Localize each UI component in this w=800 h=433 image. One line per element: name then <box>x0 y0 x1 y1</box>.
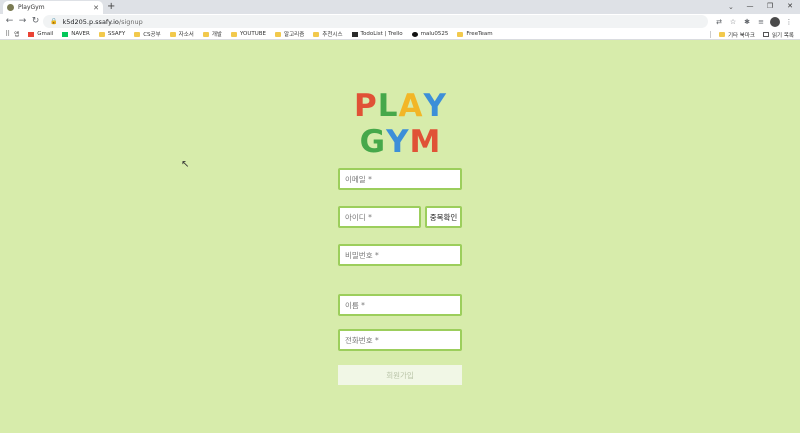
folder-icon <box>230 31 237 37</box>
tab-search-icon[interactable]: ⌄ <box>728 1 734 13</box>
folder-icon <box>275 31 282 37</box>
tab-close-icon[interactable]: ✕ <box>93 4 99 12</box>
apps-icon: ⠿ <box>5 30 11 38</box>
email-field[interactable] <box>338 168 462 190</box>
password-field[interactable] <box>338 244 462 266</box>
reading-list-icon <box>763 32 769 37</box>
reading-list-icon[interactable]: ≡ <box>756 18 766 26</box>
bookmark-naver[interactable]: NAVER <box>62 31 90 37</box>
logo-letter: L <box>377 88 398 124</box>
logo-letter: Y <box>423 88 446 124</box>
navigation-bar: ← → ↻ 🔒 k5d205.p.ssafy.io /signup ⇄ ☆ ✱ … <box>0 14 800 29</box>
folder-icon <box>457 31 464 37</box>
folder-icon <box>202 31 209 37</box>
bookmark-label: SSAFY <box>107 31 126 37</box>
logo-letter: A <box>398 88 423 124</box>
folder-icon <box>134 31 141 37</box>
folder-icon <box>718 32 725 37</box>
back-button[interactable]: ← <box>3 14 16 29</box>
trello-icon <box>351 31 358 37</box>
bookmark-label: Gmail <box>37 31 54 37</box>
bookmark-label: TodoList | Trello <box>360 31 403 37</box>
naver-icon <box>62 31 69 37</box>
logo-row-play: P L A Y <box>354 88 446 124</box>
restore-button[interactable]: ❐ <box>760 0 780 14</box>
bookmark-cs[interactable]: CS공부 <box>134 30 161 38</box>
duplicate-check-button[interactable]: 중복확인 <box>425 206 462 228</box>
bookmark-label: malu0525 <box>420 31 449 37</box>
id-field[interactable] <box>338 206 421 228</box>
logo-letter: G <box>359 124 386 160</box>
bookmark-label: CS공부 <box>143 32 161 38</box>
phone-field[interactable] <box>338 329 462 351</box>
playgym-logo: P L A Y G Y M <box>354 88 446 160</box>
bookmark-label: 추천시스 <box>322 32 343 38</box>
bookmark-label: NAVER <box>71 31 90 37</box>
minimize-button[interactable]: — <box>740 0 760 14</box>
extensions-icon[interactable]: ✱ <box>742 18 752 26</box>
bookmark-label: 자소서 <box>178 32 194 38</box>
tab-title: PlayGym <box>18 4 45 11</box>
bookmark-trello[interactable]: TodoList | Trello <box>351 31 403 37</box>
bookmarks-right: 기타 북마크 읽기 목록 <box>718 29 794 40</box>
bookmark-label: 기타 북마크 <box>727 32 755 39</box>
bookmarks-divider <box>710 31 711 38</box>
close-window-button[interactable]: ✕ <box>780 0 800 14</box>
bookmark-freeteam[interactable]: FreeTeam <box>457 31 493 37</box>
profile-avatar[interactable] <box>770 16 780 27</box>
bookmark-label: 개발 <box>211 32 222 38</box>
name-field[interactable] <box>338 294 462 316</box>
bookmark-github[interactable]: malu0525 <box>411 31 449 37</box>
bookmark-dev[interactable]: 개발 <box>202 30 222 38</box>
bookmark-label: 읽기 목록 <box>772 32 794 39</box>
lock-icon[interactable]: 🔒 <box>50 18 57 25</box>
bookmark-gmail[interactable]: Gmail <box>28 31 53 37</box>
new-tab-button[interactable]: + <box>107 1 115 13</box>
bookmark-ssafy[interactable]: SSAFY <box>98 31 126 37</box>
tab-strip: PlayGym ✕ + ⌄ — ❐ ✕ <box>0 0 800 14</box>
reading-list[interactable]: 읽기 목록 <box>763 31 794 39</box>
other-bookmarks[interactable]: 기타 북마크 <box>718 31 755 39</box>
translate-icon[interactable]: ⇄ <box>714 18 724 26</box>
bookmarks-bar: ⠿ 앱 Gmail NAVER SSAFY CS공부 자소서 개발 YOUTUB… <box>0 29 800 40</box>
bookmark-star-icon[interactable]: ☆ <box>728 18 738 26</box>
bookmark-algorithm[interactable]: 알고리즘 <box>275 30 304 38</box>
logo-row-gym: G Y M <box>359 124 441 160</box>
bookmark-label: 앱 <box>14 32 20 38</box>
folder-icon <box>313 31 320 37</box>
url-host: k5d205.p.ssafy.io <box>62 17 119 26</box>
logo-letter: P <box>354 88 377 124</box>
bookmark-label: YOUTUBE <box>239 31 267 37</box>
github-icon <box>411 31 418 37</box>
bookmark-resume[interactable]: 자소서 <box>169 30 194 38</box>
folder-icon <box>169 31 176 37</box>
favicon-icon <box>7 4 14 11</box>
bookmark-apps[interactable]: ⠿ 앱 <box>5 30 19 38</box>
url-path: /signup <box>118 17 143 26</box>
logo-letter: Y <box>386 124 409 160</box>
signup-submit-button[interactable]: 회원가입 <box>338 365 462 385</box>
bookmark-youtube[interactable]: YOUTUBE <box>230 31 267 37</box>
reload-button[interactable]: ↻ <box>29 14 42 29</box>
gmail-icon <box>28 31 35 37</box>
folder-icon <box>98 31 105 37</box>
browser-tab[interactable]: PlayGym ✕ <box>3 1 103 14</box>
menu-icon[interactable]: ⋮ <box>784 18 794 26</box>
address-bar[interactable]: 🔒 k5d205.p.ssafy.io /signup <box>43 15 708 28</box>
toolbar-icons: ⇄ ☆ ✱ ≡ ⋮ <box>714 14 800 29</box>
logo-letter: M <box>409 124 441 160</box>
bookmark-label: 알고리즘 <box>284 32 305 38</box>
forward-button[interactable]: → <box>16 14 29 29</box>
bookmark-label: FreeTeam <box>466 31 493 37</box>
mouse-cursor-icon: ↖ <box>181 159 190 170</box>
bookmark-recommend[interactable]: 추천시스 <box>313 30 343 38</box>
